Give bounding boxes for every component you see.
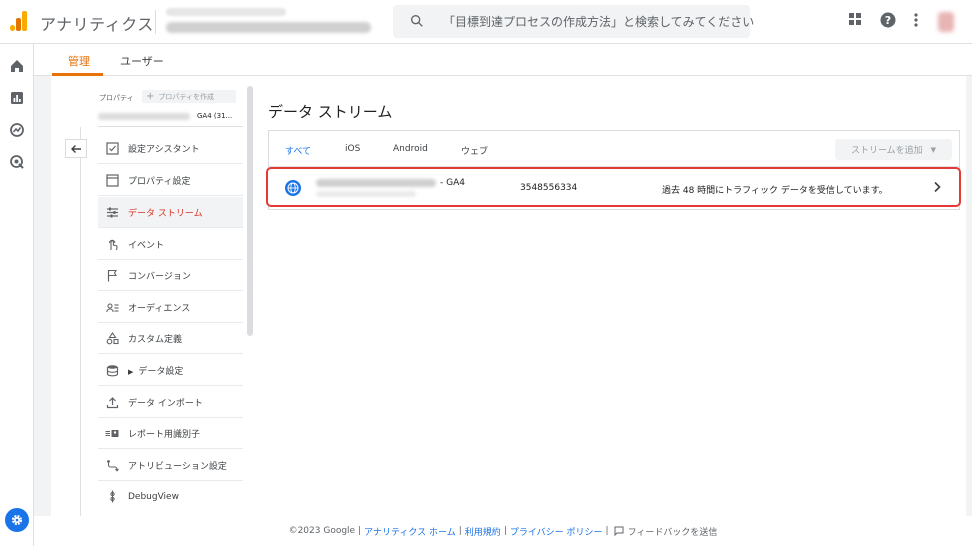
menu-item-label: オーディエンス: [128, 303, 191, 314]
web-globe-icon: [285, 180, 301, 196]
stream-name: - GA4: [440, 178, 465, 188]
menu-item-attribution-settings[interactable]: アトリビューション設定: [98, 450, 243, 481]
attribution-icon: [105, 458, 119, 472]
privacy-link[interactable]: プライバシー ポリシー: [510, 525, 603, 538]
search-bar[interactable]: 「目標到達プロセスの作成方法」と検索してみてください: [393, 5, 754, 38]
svg-text:?: ?: [885, 14, 891, 27]
stream-icon: [105, 205, 119, 219]
menu-item-data-settings[interactable]: ▶ データ設定: [98, 355, 243, 386]
page-title: データ ストリーム: [268, 103, 393, 121]
divider: [80, 127, 81, 516]
menu-item-conversions[interactable]: コンバージョン: [98, 260, 243, 291]
menu-item-label: DebugView: [128, 491, 179, 502]
menu-item-label: ▶ データ設定: [128, 366, 184, 377]
upload-icon: [105, 395, 119, 409]
database-icon: [105, 363, 119, 377]
menu-item-label: データ インポート: [128, 398, 203, 409]
filter-ios[interactable]: iOS: [345, 144, 360, 154]
audience-icon: [105, 300, 119, 314]
checkbox-icon: [105, 141, 119, 155]
stream-url: [316, 179, 436, 187]
top-bar: アナリティクス 「目標到達プロセスの作成方法」と検索してみてください ?: [0, 0, 972, 44]
filter-android[interactable]: Android: [393, 144, 428, 154]
apps-grid-icon[interactable]: [848, 12, 862, 26]
analytics-logo-icon[interactable]: [10, 11, 28, 31]
copyright: ©2023 Google: [288, 526, 356, 536]
chevron-right-icon[interactable]: [932, 181, 942, 193]
more-vert-icon[interactable]: [913, 12, 919, 28]
explore-icon[interactable]: [9, 122, 25, 138]
home-icon[interactable]: [9, 58, 25, 74]
feedback-icon[interactable]: [614, 526, 624, 536]
arrow-back-icon: [71, 144, 81, 153]
panel-scrollbar[interactable]: [247, 86, 253, 336]
footer: ©2023 Google | アナリティクス ホーム | 利用規約 | プライバ…: [34, 516, 972, 546]
menu-item-label: データ ストリーム: [128, 208, 203, 219]
menu-item-data-streams[interactable]: データ ストリーム: [98, 197, 243, 228]
plus-icon: +: [146, 91, 155, 102]
menu-item-debugview[interactable]: DebugView: [98, 481, 243, 512]
touch-icon: [105, 237, 119, 251]
menu-item-events[interactable]: イベント: [98, 229, 243, 260]
back-button[interactable]: [65, 139, 87, 158]
menu-item-label: イベント: [128, 240, 165, 251]
id-icon: [105, 426, 119, 440]
platform-filters: すべて iOS Android ウェブ ストリームを追加 ▼: [269, 131, 959, 167]
filter-web[interactable]: ウェブ: [461, 144, 488, 157]
shapes-icon: [105, 331, 119, 345]
filter-all[interactable]: すべて: [285, 144, 311, 157]
stream-id: 3548556334: [520, 183, 578, 193]
tab-user[interactable]: ユーザー: [120, 53, 164, 69]
add-stream-button[interactable]: ストリームを追加 ▼: [835, 139, 952, 160]
caret-down-icon: ▼: [930, 145, 937, 154]
menu-item-label: コンバージョン: [128, 271, 191, 282]
menu-item-label: アトリビューション設定: [128, 461, 227, 472]
menu-item-custom-definitions[interactable]: カスタム定義: [98, 323, 243, 354]
feedback-link[interactable]: フィードバックを送信: [628, 525, 718, 538]
window-icon: [105, 173, 119, 187]
search-icon: [411, 14, 423, 27]
left-nav: [0, 44, 34, 546]
help-icon[interactable]: ?: [880, 12, 896, 28]
stream-status: 過去 48 時間にトラフィック データを受信しています。: [662, 186, 888, 196]
reports-icon[interactable]: [9, 90, 25, 106]
property-label: プロパティ: [99, 94, 134, 102]
menu-item-label: 設定アシスタント: [128, 144, 200, 155]
debug-icon: [105, 490, 119, 504]
menu-item-label: レポート用識別子: [128, 429, 201, 440]
stream-url-sub: [316, 191, 416, 197]
advertising-icon[interactable]: [9, 154, 25, 170]
account-selector[interactable]: [166, 8, 376, 36]
app-title[interactable]: アナリティクス: [40, 11, 154, 35]
analytics-home-link[interactable]: アナリティクス ホーム: [364, 525, 456, 538]
tab-admin[interactable]: 管理: [68, 53, 90, 69]
menu-item-property-settings[interactable]: プロパティ設定: [98, 165, 243, 196]
menu-item-label: カスタム定義: [128, 334, 183, 345]
menu-item-setup-assistant[interactable]: 設定アシスタント: [98, 133, 243, 164]
admin-gear-icon[interactable]: [5, 508, 29, 532]
admin-tabs: 管理 ユーザー: [34, 44, 972, 76]
create-property-button[interactable]: + プロパティを作成: [142, 90, 236, 103]
divider: [155, 10, 156, 34]
divider: [98, 126, 243, 127]
caret-right-icon[interactable]: ▶: [128, 368, 133, 376]
flag-icon: [105, 268, 119, 282]
menu-item-audiences[interactable]: オーディエンス: [98, 292, 243, 323]
terms-link[interactable]: 利用規約: [465, 525, 501, 538]
property-name[interactable]: GA4 (31...: [197, 112, 232, 120]
menu-item-label: プロパティ設定: [128, 176, 191, 187]
stream-row[interactable]: - GA4 3548556334 過去 48 時間にトラフィック データを受信し…: [266, 167, 961, 207]
menu-item-reporting-identity[interactable]: レポート用識別子: [98, 418, 243, 449]
avatar[interactable]: [938, 12, 954, 32]
property-selector[interactable]: [98, 113, 190, 120]
search-input[interactable]: 「目標到達プロセスの作成方法」と検索してみてください: [443, 13, 754, 30]
menu-item-data-import[interactable]: データ インポート: [98, 387, 243, 418]
